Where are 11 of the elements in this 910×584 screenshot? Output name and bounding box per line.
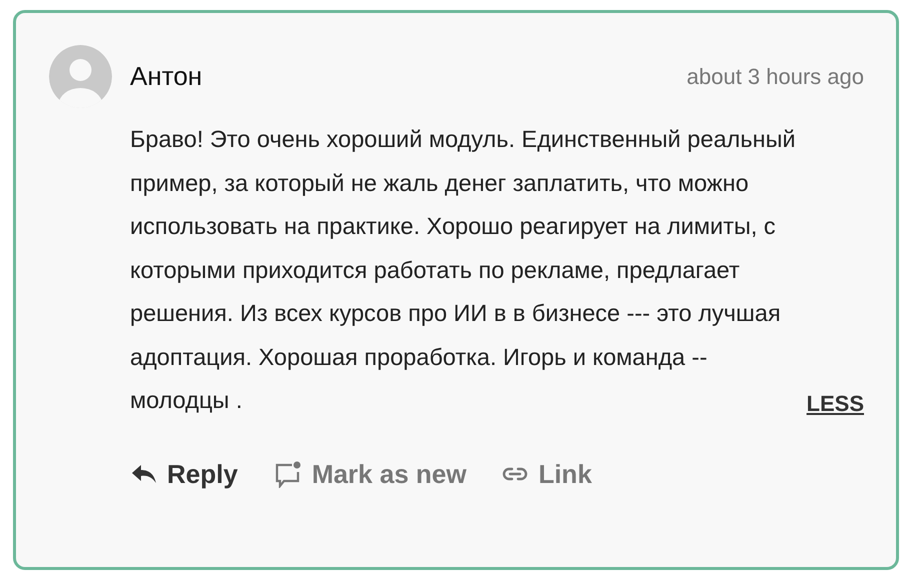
link-icon bbox=[502, 466, 528, 482]
timestamp: about 3 hours ago bbox=[686, 64, 864, 90]
mark-as-new-button[interactable]: Mark as new bbox=[274, 454, 466, 494]
less-link[interactable]: LESS bbox=[806, 390, 864, 416]
author-name: Антон bbox=[130, 61, 204, 92]
reply-button[interactable]: Reply bbox=[131, 454, 238, 494]
avatar-icon bbox=[49, 45, 112, 108]
chat-bubble-icon bbox=[274, 460, 302, 488]
comment-text: Браво! Это очень хороший модуль. Единственный реальный пример, за который не жаль денег заплатить, что можно использовать на практике. Хорошо реагирует на лимиты, с которыми приходится работать по рекламе, предлагает решения. Из всех курсов про ИИ в в бизнесе --- это лучшая адоптация. Хорошая проработка. Игорь и команда -- молодцы . bbox=[130, 125, 796, 415]
reply-icon bbox=[131, 463, 157, 485]
link-button[interactable]: Link bbox=[502, 454, 592, 494]
